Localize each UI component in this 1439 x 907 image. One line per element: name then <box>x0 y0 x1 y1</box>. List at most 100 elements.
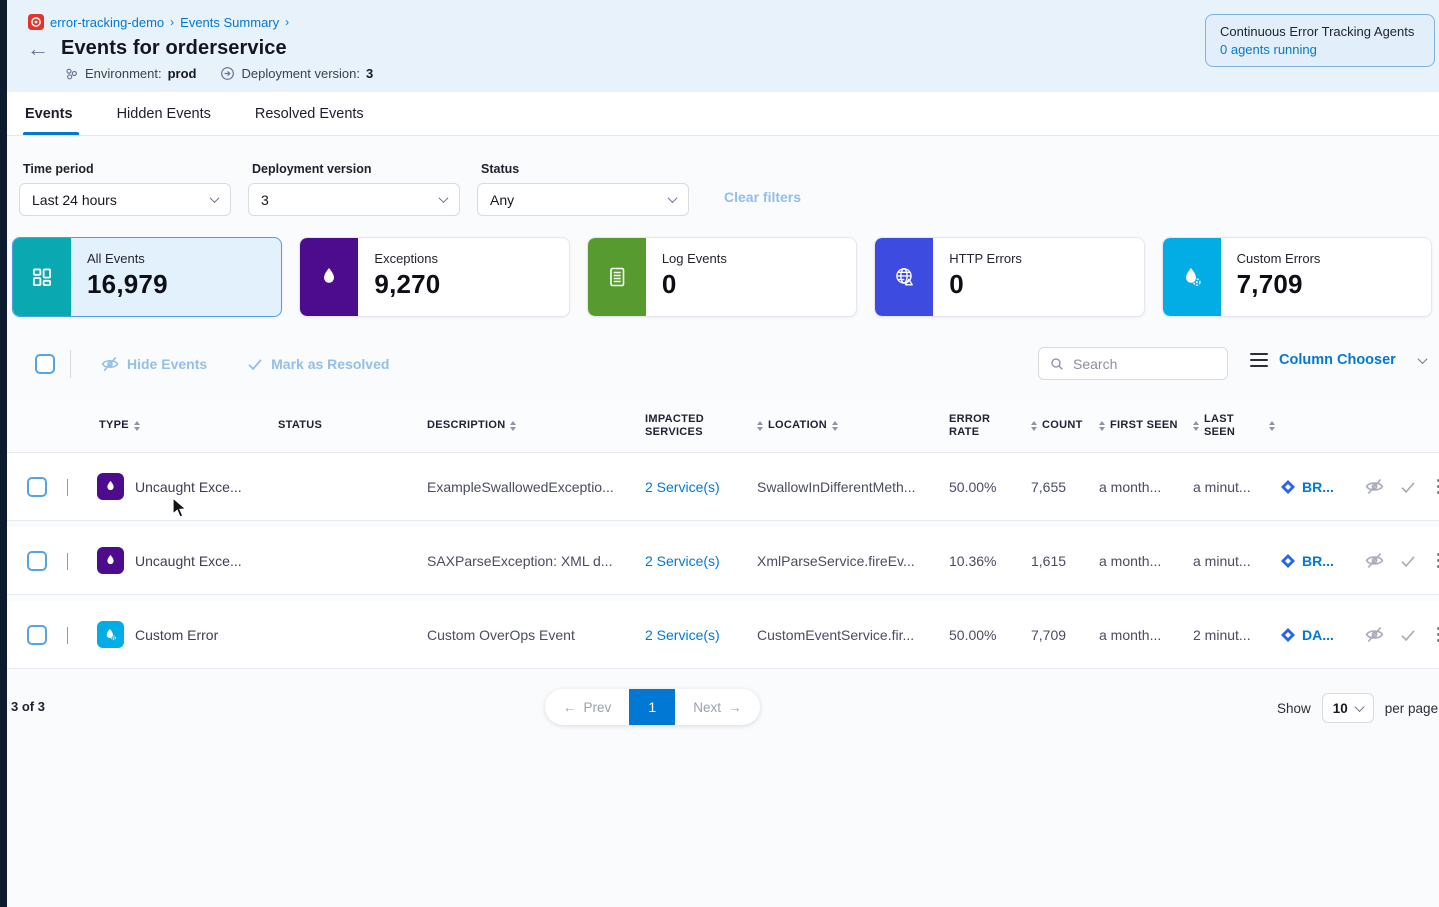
time-period-value: Last 24 hours <box>32 192 117 208</box>
table-row[interactable]: Custom Error Custom OverOps Event 2 Serv… <box>7 601 1439 669</box>
stat-card-custom-errors[interactable]: Custom Errors 7,709 <box>1162 237 1432 317</box>
row-checkbox[interactable] <box>27 551 47 571</box>
stat-card-http-errors[interactable]: HTTP Errors 0 <box>874 237 1144 317</box>
hide-event-icon[interactable] <box>1364 476 1385 497</box>
agents-running-link[interactable]: 0 agents running <box>1220 42 1420 57</box>
row-checkbox[interactable] <box>27 625 47 645</box>
sort-icon[interactable] <box>832 421 838 431</box>
row-menu-icon[interactable] <box>1431 625 1439 644</box>
table-toolbar: Hide Events Mark as Resolved Column Choo… <box>7 347 1439 381</box>
column-header-first-seen[interactable]: FIRST SEEN <box>1099 419 1193 432</box>
hide-events-button[interactable]: Hide Events <box>100 354 207 374</box>
deployment-version-select[interactable]: 3 <box>248 183 460 216</box>
page-size-select[interactable]: 10 <box>1322 693 1374 723</box>
error-rate: 50.00% <box>949 627 1031 643</box>
resolve-event-icon[interactable] <box>1399 552 1417 570</box>
stat-card-label: All Events <box>87 251 168 266</box>
select-all-checkbox[interactable] <box>35 354 55 374</box>
next-page-button[interactable]: Next → <box>675 689 759 725</box>
stat-card-value: 9,270 <box>374 269 440 300</box>
search-icon <box>1049 356 1065 372</box>
status-value: Any <box>490 192 514 208</box>
row-checkbox[interactable] <box>27 477 47 497</box>
stat-card-all-events[interactable]: All Events 16,979 <box>12 237 282 317</box>
resolve-event-icon[interactable] <box>1399 626 1417 644</box>
sort-icon[interactable] <box>1099 421 1105 431</box>
breadcrumb-events-summary[interactable]: Events Summary <box>180 15 279 30</box>
event-count: 7,709 <box>1031 627 1099 643</box>
ticket-id: BR... <box>1302 553 1334 569</box>
tab-events[interactable]: Events <box>25 92 73 135</box>
ticket-link[interactable]: BR... <box>1281 479 1359 495</box>
row-menu-icon[interactable] <box>1431 551 1439 570</box>
arrow-right-icon: → <box>728 700 742 715</box>
flame-gear-icon <box>97 621 124 648</box>
status-select[interactable]: Any <box>477 183 689 216</box>
clear-filters-link[interactable]: Clear filters <box>724 189 801 205</box>
mark-resolved-label: Mark as Resolved <box>271 356 389 372</box>
error-rate: 50.00% <box>949 479 1031 495</box>
stat-card-log-events[interactable]: Log Events 0 <box>587 237 857 317</box>
chevron-right-icon[interactable] <box>67 479 68 496</box>
toolbar-divider <box>70 350 71 378</box>
ticket-id: DA... <box>1302 627 1334 643</box>
column-header-type[interactable]: TYPE <box>97 419 277 432</box>
deployment-version-value: 3 <box>261 192 269 208</box>
time-period-select[interactable]: Last 24 hours <box>19 183 231 216</box>
page-title: Events for orderservice <box>61 37 287 60</box>
deployment-meta: Deployment version: 3 <box>220 66 373 81</box>
environment-value: prod <box>168 66 197 81</box>
breadcrumb-separator: › <box>170 15 174 29</box>
first-seen: a month... <box>1099 479 1193 495</box>
event-count: 7,655 <box>1031 479 1099 495</box>
flame-icon <box>97 547 124 574</box>
stat-card-exceptions[interactable]: Exceptions 9,270 <box>299 237 569 317</box>
event-location: SwallowInDifferentMeth... <box>757 479 949 495</box>
chevron-right-icon[interactable] <box>67 553 68 570</box>
agents-card-title: Continuous Error Tracking Agents <box>1220 24 1420 39</box>
table-row[interactable]: Uncaught Exce... ExampleSwallowedExcepti… <box>7 453 1439 521</box>
stat-card-value: 0 <box>662 269 727 300</box>
hide-event-icon[interactable] <box>1364 624 1385 645</box>
sort-icon[interactable] <box>1193 421 1199 431</box>
search-input[interactable] <box>1073 356 1217 372</box>
tab-resolved-events[interactable]: Resolved Events <box>255 92 364 135</box>
ticket-link[interactable]: BR... <box>1281 553 1359 569</box>
sort-icon[interactable] <box>1269 421 1275 431</box>
sort-icon[interactable] <box>510 421 516 431</box>
column-header-error-rate[interactable]: ERROR RATE <box>949 413 1001 439</box>
back-arrow-icon[interactable]: ← <box>27 39 49 59</box>
column-header-description[interactable]: DESCRIPTION <box>427 419 645 432</box>
column-header-location[interactable]: LOCATION <box>757 419 949 432</box>
agents-card[interactable]: Continuous Error Tracking Agents 0 agent… <box>1205 14 1435 67</box>
globe-error-icon <box>875 238 933 316</box>
table-row[interactable]: Uncaught Exce... SAXParseException: XML … <box>7 527 1439 595</box>
ticket-link[interactable]: DA... <box>1281 627 1359 643</box>
chevron-down-icon <box>1417 354 1427 364</box>
sort-icon[interactable] <box>1031 421 1037 431</box>
row-menu-icon[interactable] <box>1431 477 1439 496</box>
breadcrumb-project[interactable]: error-tracking-demo <box>50 15 164 30</box>
column-header-status[interactable]: STATUS <box>277 419 427 432</box>
column-header-impacted-services[interactable]: IMPACTED SERVICES <box>645 413 731 439</box>
column-header-last-seen[interactable]: LAST SEEN <box>1193 413 1281 439</box>
sort-icon[interactable] <box>134 421 140 431</box>
tab-hidden-events[interactable]: Hidden Events <box>117 92 211 135</box>
resolve-event-icon[interactable] <box>1399 478 1417 496</box>
mark-resolved-button[interactable]: Mark as Resolved <box>246 355 389 373</box>
event-location: CustomEventService.fir... <box>757 627 949 643</box>
page-number-button[interactable]: 1 <box>629 689 675 725</box>
sort-icon[interactable] <box>757 421 763 431</box>
column-header-count[interactable]: COUNT <box>1031 419 1099 432</box>
ticket-diamond-icon <box>1281 628 1295 642</box>
impacted-services-link[interactable]: 2 Service(s) <box>645 627 757 643</box>
hide-event-icon[interactable] <box>1364 550 1385 571</box>
chevron-right-icon[interactable] <box>67 627 68 644</box>
deployment-version-label: Deployment version <box>248 162 460 176</box>
prev-page-button[interactable]: ← Prev <box>545 689 629 725</box>
impacted-services-link[interactable]: 2 Service(s) <box>645 553 757 569</box>
column-chooser-button[interactable]: Column Chooser <box>1250 352 1426 368</box>
impacted-services-link[interactable]: 2 Service(s) <box>645 479 757 495</box>
check-icon <box>246 355 264 373</box>
collapsed-sidebar[interactable] <box>0 0 7 907</box>
